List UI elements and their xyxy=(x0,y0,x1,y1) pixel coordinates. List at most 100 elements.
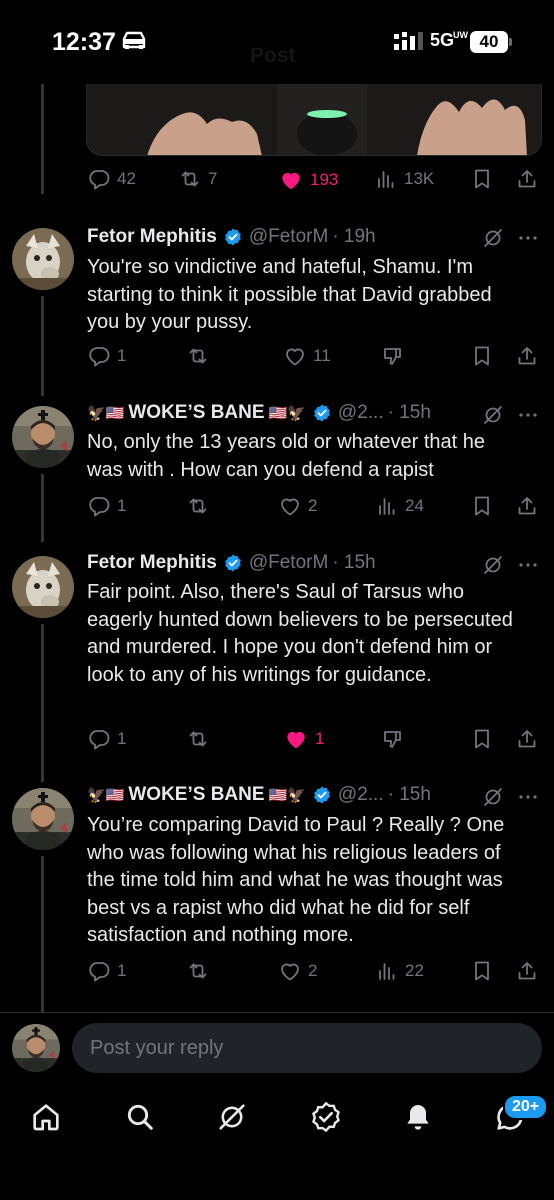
heart-icon xyxy=(278,959,302,983)
author-handle[interactable]: @FetorM xyxy=(249,552,328,574)
downvote-button[interactable] xyxy=(381,727,405,751)
grok-icon[interactable] xyxy=(481,553,505,577)
repost-button[interactable] xyxy=(186,727,210,751)
bookmark-icon xyxy=(470,344,494,368)
bookmark-button[interactable] xyxy=(470,344,494,368)
share-button[interactable] xyxy=(515,167,539,191)
communities-icon xyxy=(310,1101,342,1133)
downvote-icon xyxy=(381,344,405,368)
reply-count: 1 xyxy=(117,961,127,980)
bookmark-button[interactable] xyxy=(470,167,494,191)
reply-button[interactable]: 42 xyxy=(87,167,136,191)
reply-button[interactable]: 1 xyxy=(87,727,126,751)
author-handle[interactable]: @FetorM xyxy=(249,226,328,248)
grok-icon[interactable] xyxy=(481,226,505,250)
reply-button[interactable]: 1 xyxy=(87,959,126,983)
reply-count: 42 xyxy=(117,169,136,188)
like-button[interactable]: 193 xyxy=(278,167,338,193)
bookmark-button[interactable] xyxy=(470,727,494,751)
avatar[interactable] xyxy=(12,406,74,468)
notifications-icon xyxy=(407,1105,429,1130)
like-count: 193 xyxy=(310,170,339,189)
views-icon xyxy=(375,494,399,518)
reply-count: 1 xyxy=(117,496,127,515)
heart-filled-icon xyxy=(278,167,304,193)
repost-icon xyxy=(178,167,202,191)
author-name[interactable]: Fetor Mephitis xyxy=(87,552,217,574)
repost-button[interactable] xyxy=(186,494,210,518)
verified-icon xyxy=(312,785,332,805)
share-button[interactable] xyxy=(515,727,539,751)
views-button[interactable]: 13K xyxy=(374,167,434,191)
name-suffix-emoji: 🇺🇸🦅 xyxy=(268,787,306,804)
bookmark-button[interactable] xyxy=(470,494,494,518)
tweet-text: You're so vindictive and hateful, Shamu.… xyxy=(87,256,492,333)
like-button[interactable]: 11 xyxy=(283,344,331,368)
grok-icon[interactable] xyxy=(481,403,505,427)
thread-line xyxy=(41,856,44,1012)
tweet-header: Fetor Mephitis @FetorM · 19h xyxy=(87,226,376,248)
views-count: 24 xyxy=(405,496,424,515)
home-tab[interactable] xyxy=(26,1097,66,1137)
downvote-button[interactable] xyxy=(381,344,405,368)
bookmark-button[interactable] xyxy=(470,959,494,983)
share-icon xyxy=(515,344,539,368)
communities-tab[interactable] xyxy=(306,1097,346,1137)
author-name[interactable]: WOKE’S BANE xyxy=(128,784,264,806)
reply-button[interactable]: 1 xyxy=(87,494,126,518)
avatar[interactable] xyxy=(12,228,74,290)
tweet-text: Fair point. Also, there's Saul of Tarsus… xyxy=(87,581,513,686)
author-name[interactable]: WOKE’S BANE xyxy=(128,402,264,424)
more-icon[interactable] xyxy=(516,785,540,809)
like-button[interactable]: 1 xyxy=(283,726,324,752)
more-icon[interactable] xyxy=(516,553,540,577)
like-button[interactable]: 2 xyxy=(278,494,317,518)
views-count: 13K xyxy=(404,169,435,188)
avatar[interactable] xyxy=(12,788,74,850)
author-handle[interactable]: @2... xyxy=(338,402,384,424)
parent-media[interactable] xyxy=(86,84,542,156)
tweet-time: · 15h xyxy=(387,402,431,423)
share-button[interactable] xyxy=(515,959,539,983)
thread-line xyxy=(41,84,44,194)
views-icon xyxy=(375,959,399,983)
repost-icon xyxy=(186,344,210,368)
reply-count: 1 xyxy=(117,346,127,365)
my-avatar[interactable] xyxy=(12,1024,60,1072)
status-bar: Post 12:37 5G UW 40 xyxy=(0,0,554,84)
repost-icon xyxy=(186,727,210,751)
grok-tab[interactable] xyxy=(212,1097,252,1137)
reply-icon xyxy=(87,727,111,751)
share-button[interactable] xyxy=(515,494,539,518)
bookmark-icon xyxy=(470,167,494,191)
heart-icon xyxy=(278,494,302,518)
repost-button[interactable] xyxy=(186,344,210,368)
heart-filled-icon xyxy=(283,726,309,752)
tweet-time: · 15h xyxy=(332,552,376,573)
signal-icon xyxy=(394,32,423,50)
grok-nav-icon xyxy=(215,1100,249,1134)
reply-button[interactable]: 1 xyxy=(87,344,126,368)
views-button[interactable]: 24 xyxy=(375,494,424,518)
notifications-tab[interactable] xyxy=(398,1097,438,1137)
name-suffix-emoji: 🇺🇸🦅 xyxy=(268,405,306,422)
search-tab[interactable] xyxy=(120,1097,160,1137)
heart-icon xyxy=(283,344,307,368)
reply-icon xyxy=(87,959,111,983)
header-title: Post xyxy=(250,44,296,67)
like-button[interactable]: 2 xyxy=(278,959,317,983)
grok-icon[interactable] xyxy=(481,785,505,809)
share-button[interactable] xyxy=(515,344,539,368)
views-button[interactable]: 22 xyxy=(375,959,424,983)
repost-button[interactable]: 7 xyxy=(178,167,217,191)
more-icon[interactable] xyxy=(516,403,540,427)
author-handle[interactable]: @2... xyxy=(338,784,384,806)
thread-line xyxy=(41,474,44,542)
more-icon[interactable] xyxy=(516,226,540,250)
avatar[interactable] xyxy=(12,556,74,618)
reply-input[interactable]: Post your reply xyxy=(72,1023,542,1073)
messages-badge: 20+ xyxy=(503,1094,549,1120)
author-name[interactable]: Fetor Mephitis xyxy=(87,226,217,248)
share-icon xyxy=(515,494,539,518)
repost-button[interactable] xyxy=(186,959,210,983)
